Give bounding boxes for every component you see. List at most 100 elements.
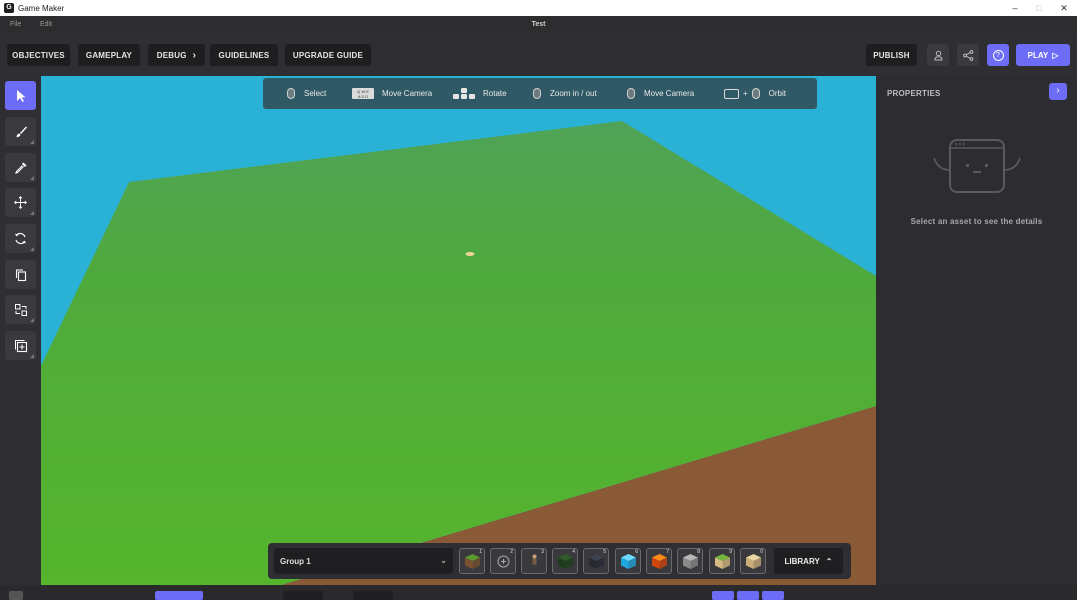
slot-number: 2: [510, 549, 513, 555]
mouse-scroll-icon: [533, 88, 541, 99]
properties-title: PROPERTIES: [887, 89, 941, 98]
mouse-drag-icon: [751, 88, 760, 99]
collapse-panel-button[interactable]: ›: [1049, 83, 1067, 100]
gameplay-button[interactable]: GAMEPLAY: [78, 44, 140, 66]
eyedropper-icon: [14, 162, 26, 174]
qwe-asd-keys-icon: Q W EA S D: [352, 88, 374, 99]
rotate-icon: [15, 232, 26, 245]
play-button[interactable]: PLAY ▷: [1016, 44, 1070, 66]
hint-orbit: + Orbit: [724, 78, 786, 109]
window-titlebar: G Game Maker – □ ✕: [0, 0, 1077, 16]
hint-rotate: Rotate: [453, 78, 507, 109]
hotbar-slot-2[interactable]: 2: [490, 548, 516, 574]
bottom-field-1[interactable]: [283, 591, 323, 600]
swap-tool[interactable]: [5, 295, 36, 324]
hotbar-slot-9[interactable]: 9: [709, 548, 735, 574]
objectives-button[interactable]: OBJECTIVES: [7, 44, 70, 66]
slot-number: 0: [760, 549, 763, 555]
hotbar-slot-7[interactable]: 7: [646, 548, 672, 574]
grass-sand-block-icon: [715, 554, 730, 569]
duplicate-tool[interactable]: [5, 260, 36, 289]
select-tool[interactable]: [5, 81, 36, 110]
chevron-down-icon: ⌄: [440, 556, 447, 565]
tools-sidebar: [0, 76, 41, 585]
chevron-right-icon: ›: [192, 49, 197, 61]
bottom-primary-button[interactable]: [155, 591, 203, 600]
play-icon: ▷: [1052, 50, 1059, 60]
scene-viewport[interactable]: [41, 76, 876, 585]
upgrade-guide-button[interactable]: UPGRADE GUIDE: [285, 44, 371, 66]
bottom-toggle-2[interactable]: [737, 591, 759, 600]
hotbar-slot-6[interactable]: 6: [615, 548, 641, 574]
hint-zoom: Zoom in / out: [533, 78, 597, 109]
guidelines-button[interactable]: GUIDELINES: [210, 44, 278, 66]
publish-button[interactable]: PUBLISH: [866, 44, 917, 66]
controls-hint-bar: Select Q W EA S D Move Camera Rotate Zoo…: [263, 78, 817, 109]
hotbar-slot-8[interactable]: 8: [677, 548, 703, 574]
hotbar-slot-0[interactable]: 0: [740, 548, 766, 574]
hotbar-slot-1[interactable]: 1: [459, 548, 485, 574]
keys-bottom-row: A S D: [357, 93, 369, 99]
brush-icon: [16, 126, 27, 137]
hotbar-slot-5[interactable]: 5: [583, 548, 609, 574]
slot-number: 4: [572, 549, 575, 555]
ice-block-icon: [621, 554, 636, 569]
window-title: Game Maker: [18, 3, 65, 13]
add-tool[interactable]: [5, 331, 36, 360]
user-icon[interactable]: [927, 44, 949, 66]
hotbar-slot-4[interactable]: 4: [552, 548, 578, 574]
library-button[interactable]: LIBRARY ⌃: [774, 548, 843, 574]
slot-number: 7: [666, 549, 669, 555]
move-arrows-icon: [14, 196, 27, 209]
hint-plus: +: [743, 89, 748, 98]
grass-block-icon: [465, 554, 480, 569]
hint-rotate-label: Rotate: [483, 89, 507, 98]
hint-move-camera-label: Move Camera: [382, 89, 433, 98]
list-icon[interactable]: [9, 591, 23, 600]
hint-select: Select: [287, 78, 326, 109]
slot-number: 3: [541, 549, 544, 555]
swap-icon: [14, 303, 27, 316]
group-select-value: Group 1: [280, 556, 311, 566]
group-select[interactable]: Group 1 ⌄: [274, 548, 453, 574]
add-box-icon: [14, 339, 27, 352]
slot-number: 6: [635, 549, 638, 555]
empty-state-illustration-icon: [933, 139, 1021, 193]
bottom-toggle-3[interactable]: [762, 591, 784, 600]
slot-number: 8: [697, 549, 700, 555]
paint-tool[interactable]: [5, 117, 36, 146]
chevron-up-icon: ⌃: [825, 556, 833, 566]
mouse-right-click-icon: [627, 88, 635, 99]
spawn-marker[interactable]: [465, 252, 475, 256]
slot-number: 9: [729, 549, 732, 555]
hint-orbit-label: Orbit: [768, 89, 787, 98]
arrow-keys-icon: [453, 87, 475, 100]
top-toolbar: OBJECTIVES GAMEPLAY DEBUG › GUIDELINES U…: [0, 34, 1077, 76]
rotate-tool[interactable]: [5, 224, 36, 253]
menu-bar: File Edit Test: [0, 16, 1077, 34]
hotbar-slot-3[interactable]: 3: [521, 548, 547, 574]
slot-number: 1: [479, 549, 482, 555]
empty-slot-plus-icon: [497, 555, 510, 568]
bottom-toggle-1[interactable]: [712, 591, 734, 600]
leaf-patch-icon: [558, 554, 573, 569]
move-tool[interactable]: [5, 188, 36, 217]
bottom-field-2[interactable]: [353, 591, 393, 600]
space-key-icon: [724, 88, 739, 99]
hint-zoom-label: Zoom in / out: [550, 89, 597, 98]
help-button[interactable]: ?: [987, 44, 1009, 66]
share-icon[interactable]: [957, 44, 979, 66]
close-window-button[interactable]: ✕: [1051, 0, 1077, 16]
slot-number: 5: [603, 549, 606, 555]
eyedropper-tool[interactable]: [5, 153, 36, 182]
game-maker-logo-icon: G: [4, 3, 14, 13]
maximize-button[interactable]: □: [1026, 0, 1052, 16]
minimize-button[interactable]: –: [1002, 0, 1028, 16]
character-figure-icon: [532, 554, 537, 569]
lava-block-icon: [652, 554, 667, 569]
debug-button[interactable]: DEBUG ›: [148, 44, 205, 66]
asset-hotbar: Group 1 ⌄ 1 2 3 4 5 6 7 8 9 0 LIBRARY ⌃: [268, 543, 851, 579]
hint-move-camera-mouse-label: Move Camera: [644, 89, 695, 98]
terrain-scene: [41, 121, 876, 585]
sand-block-icon: [746, 554, 761, 569]
